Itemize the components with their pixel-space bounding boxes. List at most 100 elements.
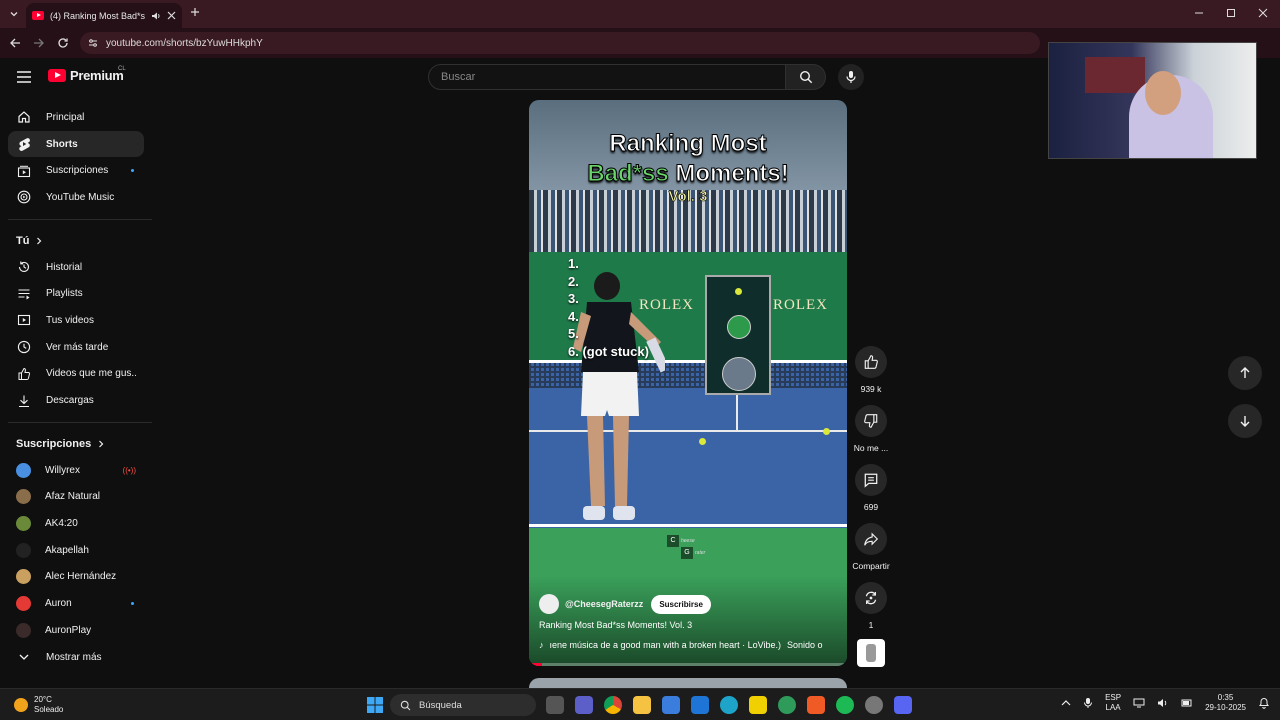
sidebar-channel-afaz-natural[interactable]: Afaz Natural <box>8 484 144 511</box>
voice-search-button[interactable] <box>838 64 864 90</box>
show-more-label: Mostrar más <box>46 651 102 663</box>
sidebar-item-suscripciones[interactable]: Suscripciones <box>8 157 144 184</box>
app-icon[interactable] <box>865 696 883 714</box>
brave-icon[interactable] <box>807 696 825 714</box>
sidebar-channel-willyrex[interactable]: Willyrex ((•)) <box>8 457 144 484</box>
new-tab-icon[interactable] <box>188 5 202 19</box>
comment-button[interactable] <box>855 464 887 496</box>
sidebar-item-shorts[interactable]: Shorts <box>8 130 144 158</box>
sidebar-item-playlists[interactable]: Playlists <box>8 280 144 307</box>
tab-search-icon[interactable] <box>6 6 22 22</box>
search-button[interactable] <box>786 64 826 90</box>
share-label: Compartir <box>852 561 890 571</box>
like-action: 939 k <box>855 346 887 394</box>
video-title[interactable]: Ranking Most Bad*ss Moments! Vol. 3 <box>539 620 692 630</box>
sidebar-item-label: Ver más tarde <box>46 341 109 353</box>
window-close-icon[interactable] <box>1256 6 1270 20</box>
youtube-play-icon <box>48 69 66 82</box>
tab-audio-icon[interactable] <box>151 11 161 21</box>
task-view-icon[interactable] <box>546 696 564 714</box>
share-icon <box>864 532 879 546</box>
clock[interactable]: 0:35 29-10-2025 <box>1205 693 1246 713</box>
sidebar-item-historial[interactable]: Historial <box>8 254 144 281</box>
store-icon[interactable] <box>662 696 680 714</box>
overlay-title-highlight: Bad*ss <box>587 160 669 188</box>
chrome-icon[interactable] <box>604 696 622 714</box>
taskbar-search[interactable]: Búsqueda <box>390 694 536 716</box>
remix-button[interactable] <box>855 582 887 614</box>
edge-icon[interactable] <box>720 696 738 714</box>
sidebar-section-subscriptions[interactable]: Suscripciones <box>0 431 152 457</box>
chevron-up-icon[interactable] <box>1061 698 1071 708</box>
tab-close-icon[interactable] <box>167 11 176 20</box>
music-track: ıene música de a good man with a broken … <box>549 640 781 650</box>
teams-icon[interactable] <box>575 696 593 714</box>
battery-icon[interactable] <box>1181 698 1193 708</box>
windows-taskbar: 20°C Soleado Búsqueda ESP LAA 0:35 29-10-20… <box>0 688 1280 720</box>
weather-temp: 20°C <box>34 695 52 704</box>
browser-tab[interactable]: (4) Ranking Most Bad*ss Mome <box>26 3 182 28</box>
channel-watermark: Cheese Grater <box>667 535 705 559</box>
weather-desc: Soleado <box>34 705 64 714</box>
language-indicator[interactable]: ESP LAA <box>1105 693 1121 713</box>
channel-handle[interactable]: @CheesegRaterzz <box>565 599 643 609</box>
channel-avatar[interactable] <box>539 594 559 614</box>
sidebar-channel-akapellah[interactable]: Akapellah <box>8 537 144 564</box>
windows-start-icon[interactable] <box>366 696 384 714</box>
youtube-logo[interactable]: Premium CL <box>48 66 126 83</box>
menu-icon[interactable] <box>16 70 32 84</box>
sidebar-divider <box>8 218 152 220</box>
sidebar-item-descargas[interactable]: Descargas <box>8 387 144 414</box>
subscribe-button[interactable]: Suscribirse <box>651 594 711 614</box>
playlist-icon <box>16 286 32 302</box>
maps-icon[interactable] <box>778 696 796 714</box>
sticky-notes-icon[interactable] <box>749 696 767 714</box>
microphone-icon[interactable] <box>1083 697 1093 709</box>
overlay-title-line1: Ranking Most <box>609 130 767 158</box>
video-progress-bar[interactable] <box>529 663 847 666</box>
discord-icon[interactable] <box>894 696 912 714</box>
back-icon[interactable] <box>8 36 22 50</box>
sidebar-item-youtube-music[interactable]: YouTube Music <box>8 184 144 211</box>
dislike-button[interactable] <box>855 405 887 437</box>
sidebar-show-more[interactable]: Mostrar más <box>8 644 144 671</box>
notification-bell-icon[interactable] <box>1258 697 1270 709</box>
share-button[interactable] <box>855 523 887 555</box>
sidebar-channel-auron[interactable]: Auron <box>8 590 144 617</box>
channel-name: Akapellah <box>45 544 89 556</box>
next-short-button[interactable] <box>1228 404 1262 438</box>
forward-icon[interactable] <box>32 36 46 50</box>
reload-icon[interactable] <box>56 36 70 50</box>
history-icon <box>16 259 32 275</box>
sidebar-item-principal[interactable]: Principal <box>8 104 144 131</box>
sidebar-item-label: Videos que me gus... <box>46 368 136 380</box>
sidebar-channel-auronplay[interactable]: AuronPlay <box>8 617 144 644</box>
previous-short-button[interactable] <box>1228 356 1262 390</box>
sidebar-item-label: Playlists <box>46 288 83 300</box>
sidebar-section-you[interactable]: Tú <box>0 228 152 254</box>
sidebar-item-tus-videos[interactable]: Tus videos <box>8 307 144 334</box>
sidebar-channel-ak420[interactable]: AK4:20 <box>8 510 144 537</box>
logo-brand: Premium <box>70 68 124 83</box>
maximize-icon[interactable] <box>1224 6 1238 20</box>
like-button[interactable] <box>855 346 887 378</box>
address-bar[interactable]: youtube.com/shorts/bzYuwHHkphY <box>80 32 1040 54</box>
file-explorer-icon[interactable] <box>633 696 651 714</box>
music-info[interactable]: ♪ ıene música de a good man with a broke… <box>539 640 839 650</box>
site-info-icon[interactable] <box>88 38 98 48</box>
network-icon[interactable] <box>1133 698 1145 708</box>
search-input[interactable]: Buscar <box>428 64 786 90</box>
sidebar-channel-alec-hernandez[interactable]: Alec Hernández <box>8 564 144 591</box>
mail-icon[interactable] <box>691 696 709 714</box>
spotify-icon[interactable] <box>836 696 854 714</box>
weather-widget[interactable]: 20°C Soleado <box>14 695 63 715</box>
short-video-player[interactable]: ROLEX ROLEX Ranking Most Bad*ss Moments!… <box>529 100 847 666</box>
section-heading: Suscripciones <box>16 437 92 450</box>
audio-source-thumbnail[interactable] <box>857 639 885 667</box>
sidebar-item-ver-mas-tarde[interactable]: Ver más tarde <box>8 334 144 361</box>
sidebar-item-label: Suscripciones <box>46 165 109 177</box>
minimize-icon[interactable] <box>1192 6 1206 20</box>
sidebar-item-liked-videos[interactable]: Videos que me gus... <box>8 361 144 388</box>
volume-icon[interactable] <box>1157 698 1169 708</box>
overlay-title-rest: Moments! <box>668 160 789 188</box>
